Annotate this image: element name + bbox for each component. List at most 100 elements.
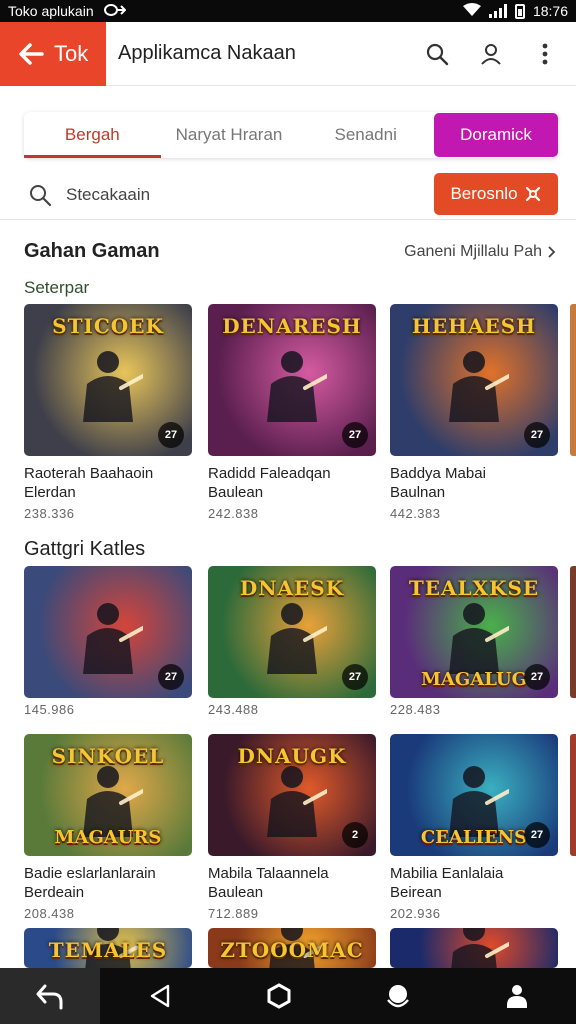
next-card-peek [570,566,576,698]
search-input[interactable] [66,184,386,205]
game-logo: DNAESK [239,576,345,600]
game-thumbnail[interactable]: TEALXKSE MAGALUG 27 [390,566,558,698]
tab-senadni[interactable]: Senadni [297,112,434,158]
character-art-icon [267,351,327,422]
age-rating-badge: 27 [524,822,550,848]
download-count: 242.838 [208,506,259,521]
nav-home-button[interactable] [219,968,338,1024]
nav-home-icon [267,983,290,1009]
tab-naryat-hraran[interactable]: Naryat Hraran [161,112,298,158]
section-title: Gattgri Katles [24,538,146,560]
search-button-label: Berosnlo [450,184,518,203]
game-card[interactable]: DENARESH 27 Radidd Faleadqan Baulean 242.838 [208,304,376,521]
battery-icon [514,3,525,19]
game-logo: TEALXKSE [408,576,540,600]
section-header-2: Gattgri Katles [24,538,556,561]
game-title: Mabila Talaannela Baulean [208,864,376,902]
game-title-line1: Mabilia Eanlalaia [390,865,504,882]
age-rating-badge: 27 [524,664,550,690]
game-thumbnail[interactable]: DNAUGK 2 [208,734,376,856]
see-all-link[interactable]: Ganeni Mjillalu Pah [404,243,556,261]
game-card[interactable]: 27 145.986 [24,566,192,717]
age-rating-badge: 2 [342,822,368,848]
download-count: 145.986 [24,702,75,717]
game-title-line2: Baulnan [390,484,446,501]
game-title-line1: Raoterah Baahaoin [24,465,154,482]
nav-assistant-button[interactable] [338,968,457,1024]
next-card-peek [570,304,576,456]
tab-doramick[interactable]: Doramick [434,113,559,157]
character-art-icon [83,351,143,422]
game-card[interactable]: HEHAESH 27 Baddya Mabai Baulnan 442.383 [390,304,558,521]
game-card[interactable]: CEALIENS 27 Mabilia Eanlalaia Beirean 202.93… [390,734,558,921]
game-title-line2: Berdeain [24,884,85,901]
game-title-line1: Mabila Talaannela [208,865,329,882]
game-card[interactable]: TEALXKSE MAGALUG 27 228.483 [390,566,558,717]
age-rating-badge: 27 [342,422,368,448]
signal-icon [488,4,507,18]
game-thumbnail[interactable]: TEMALES [24,928,192,968]
download-count: 712.889 [208,906,259,921]
game-card[interactable]: TEMALES [24,928,192,968]
back-gesture-icon [36,984,63,1010]
game-title-line2: Beirean [390,884,442,901]
nav-assistant-icon [386,985,409,1008]
arrow-left-icon [19,42,44,65]
character-art-icon [83,603,143,674]
game-card[interactable]: DNAESK 27 243.488 [208,566,376,717]
game-logo: ZTOOOMAC [220,938,364,962]
account-icon[interactable] [478,41,504,67]
status-time: 18:76 [532,3,568,19]
game-card[interactable]: STICOEK 27 Raoterah Baahaoin Elerdan 238.336 [24,304,192,521]
game-title-line2: Baulean [208,884,264,901]
nav-back-button[interactable] [100,968,219,1024]
game-thumbnail[interactable]: SINKOEL MAGAURS [24,734,192,856]
game-title-line2: Elerdan [24,484,76,501]
game-card[interactable] [390,928,558,968]
game-title: Mabilia Eanlalaia Beirean [390,864,558,902]
game-title: Baddya Mabai Baulnan [390,464,558,502]
age-rating-badge: 27 [342,664,368,690]
game-title-line1: Badie eslarlanlarain [24,865,156,882]
game-logo: DNAUGK [237,744,347,768]
game-title: Raoterah Baahaoin Elerdan [24,464,192,502]
game-thumbnail[interactable]: DENARESH 27 [208,304,376,456]
game-thumbnail[interactable] [390,928,558,968]
game-thumbnail[interactable]: STICOEK 27 [24,304,192,456]
more-options-icon[interactable] [532,41,558,67]
tab-bergah[interactable]: Bergah [24,112,161,158]
game-thumbnail[interactable]: 27 [24,566,192,698]
game-logo-bottom: MAGAURS [54,827,162,848]
character-art-icon [449,351,509,422]
game-card[interactable]: SINKOEL MAGAURS Badie eslarlanlarain Berdea… [24,734,192,921]
download-count: 202.936 [390,906,441,921]
game-logo: STICOEK [52,314,164,338]
game-thumbnail[interactable]: HEHAESH 27 [390,304,558,456]
age-rating-badge: 27 [158,422,184,448]
download-count: 442.383 [390,506,441,521]
back-button[interactable]: Tok [0,21,106,86]
game-thumbnail[interactable]: CEALIENS 27 [390,734,558,856]
game-card[interactable]: ZTOOOMAC [208,928,376,968]
character-art-icon [451,928,509,968]
search-button[interactable]: Berosnlo [434,173,558,215]
nav-profile-icon [506,985,527,1008]
search-icon[interactable] [424,41,450,67]
game-title: Radidd Faleadqan Baulean [208,464,376,502]
notification-icon [103,3,127,19]
game-title: Badie eslarlanlarain Berdeain [24,864,192,902]
status-left-text: Toko aplukain [8,3,94,19]
game-logo: DENARESH [222,314,362,338]
search-row: Berosnlo [0,170,576,220]
search-field-icon [28,183,52,207]
system-nav-bar [0,968,576,1024]
nav-profile-button[interactable] [457,968,576,1024]
game-thumbnail[interactable]: ZTOOOMAC [208,928,376,968]
gesture-back-button[interactable] [0,968,100,1024]
game-card[interactable]: DNAUGK 2 Mabila Talaannela Baulean 712.889 [208,734,376,921]
download-count: 228.483 [390,702,441,717]
game-thumbnail[interactable]: DNAESK 27 [208,566,376,698]
section-title: Gahan Gaman [24,240,160,262]
download-count: 243.488 [208,702,259,717]
character-art-icon [267,766,327,837]
